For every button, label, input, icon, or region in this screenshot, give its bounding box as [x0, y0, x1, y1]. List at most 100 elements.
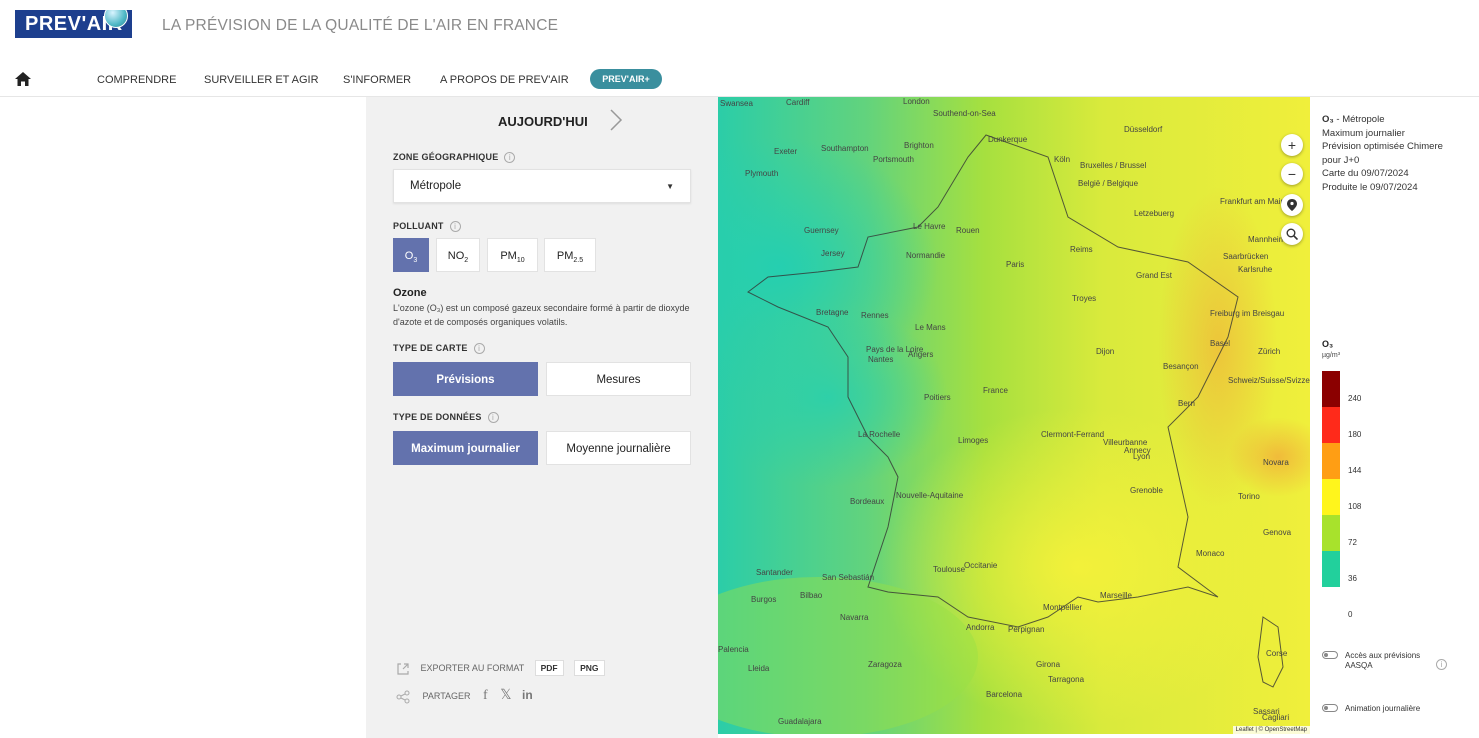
map-place-label: Le Mans — [915, 323, 946, 332]
map-place-label: Bern — [1178, 399, 1195, 408]
prevair-plus-button[interactable]: PREV'AIR+ — [590, 69, 662, 89]
pollutant-title: Ozone — [393, 287, 427, 299]
map-place-label: Dijon — [1096, 347, 1115, 356]
map-place-label: Letzebuerg — [1134, 209, 1175, 218]
map-type-label: TYPE DE CARTE i — [393, 343, 485, 355]
map-place-label: Reims — [1070, 245, 1093, 254]
data-type-label: TYPE DE DONNÉES i — [393, 412, 499, 424]
nav-sinformer[interactable]: S'INFORMER — [343, 74, 411, 86]
control-panel: AUJOURD'HUI ZONE GÉOGRAPHIQUE i Métropole… — [366, 97, 718, 738]
map-place-label: Pays de la Loire — [866, 345, 924, 354]
map-place-label: Torino — [1238, 492, 1260, 501]
map-place-label: Swansea — [720, 99, 753, 108]
map-place-label: Bretagne — [816, 308, 849, 317]
export-pdf-button[interactable]: PDF — [534, 660, 564, 676]
map-place-label: Novara — [1263, 458, 1289, 467]
x-twitter-icon[interactable]: 𝕏 — [500, 686, 511, 702]
export-png-button[interactable]: PNG — [574, 660, 605, 676]
facebook-icon[interactable]: f — [483, 688, 488, 703]
map-place-label: Grand Est — [1136, 271, 1173, 280]
map-attribution[interactable]: Leaflet | © OpenStreetMap — [1232, 726, 1310, 734]
legend-tick-label: 36 — [1348, 574, 1357, 583]
legend-tick-label: 0 — [1348, 610, 1353, 619]
info-icon[interactable]: i — [504, 152, 516, 164]
map-place-label: Troyes — [1072, 294, 1097, 303]
pollutant-no2-button[interactable]: NO2 — [436, 238, 480, 272]
location-pin-icon[interactable] — [1281, 194, 1303, 216]
map-place-label: Portsmouth — [873, 155, 914, 164]
export-label: EXPORTER AU FORMAT — [420, 663, 525, 673]
map-place-label: Cardiff — [786, 98, 810, 107]
caret-down-icon: ▼ — [666, 182, 674, 191]
map-place-label: Paris — [1006, 260, 1025, 269]
legend-color-band — [1322, 407, 1340, 443]
nav-surveiller-et-agir[interactable]: SURVEILLER ET AGIR — [204, 74, 319, 86]
map-place-label: Bruxelles / Brussel — [1080, 161, 1147, 170]
map-place-label: Southend-on-Sea — [933, 109, 996, 118]
zone-select[interactable]: Métropole ▼ — [393, 169, 691, 203]
map-place-label: Bilbao — [800, 591, 823, 600]
animation-toggle[interactable] — [1322, 704, 1338, 712]
ozone-map[interactable]: Swansea Cardiff London Southend-on-Sea South… — [718, 97, 1310, 734]
map-canvas — [718, 97, 1310, 734]
map-place-label: San Sebastián — [822, 573, 875, 582]
pollutant-pm25-button[interactable]: PM2.5 — [544, 238, 596, 272]
map-place-label: Annecy — [1124, 446, 1151, 455]
legend-color-band — [1322, 371, 1340, 407]
legend-color-band — [1322, 551, 1340, 587]
site-tagline: LA PRÉVISION DE LA QUALITÉ DE L'AIR EN F… — [162, 17, 559, 34]
nav-a-propos[interactable]: A PROPOS DE PREV'AIR — [440, 74, 569, 86]
map-place-label: Southampton — [821, 144, 869, 153]
nav-comprendre[interactable]: COMPRENDRE — [97, 74, 176, 86]
zoom-out-button[interactable]: − — [1281, 163, 1303, 185]
moyenne-journaliere-button[interactable]: Moyenne journalière — [546, 431, 691, 465]
pollutant-description: L'ozone (O₃) est un composé gazeux secon… — [393, 303, 690, 327]
legend-tick-label: 72 — [1348, 538, 1357, 547]
map-place-label: Andorra — [966, 623, 995, 632]
zone-select-value: Métropole — [410, 180, 462, 192]
legend-color-band — [1322, 515, 1340, 551]
home-icon[interactable] — [15, 72, 31, 86]
map-place-label: Mannheim — [1248, 235, 1286, 244]
previsions-button[interactable]: Prévisions — [393, 362, 538, 396]
map-place-label: België / Belgique — [1078, 179, 1139, 188]
map-place-label: Burgos — [751, 595, 777, 604]
globe-logo-icon — [104, 10, 128, 28]
map-place-label: Clermont-Ferrand — [1041, 430, 1105, 439]
map-place-label: Frankfurt am Main — [1220, 197, 1285, 206]
zone-label: ZONE GÉOGRAPHIQUE i — [393, 152, 516, 164]
pollutant-o3-button[interactable]: O3 — [393, 238, 429, 272]
map-place-label: Basel — [1210, 339, 1231, 348]
zoom-in-button[interactable]: + — [1281, 134, 1303, 156]
map-place-label: London — [903, 97, 930, 106]
map-place-label: France — [983, 386, 1008, 395]
pollutant-pm10-button[interactable]: PM10 — [487, 238, 538, 272]
prevair-logo[interactable]: PREV'AIR — [15, 10, 132, 38]
aasqa-toggle[interactable] — [1322, 651, 1338, 659]
chevron-right-icon[interactable] — [608, 108, 624, 132]
info-icon[interactable]: i — [449, 221, 461, 233]
share-label: PARTAGER — [422, 691, 471, 701]
info-icon[interactable]: i — [473, 343, 485, 355]
map-place-label: Nantes — [868, 355, 894, 364]
map-place-label: Bordeaux — [850, 497, 885, 506]
map-place-label: Marseille — [1100, 591, 1133, 600]
map-place-label: Genova — [1263, 528, 1292, 537]
map-place-label: Zürich — [1258, 347, 1281, 356]
map-place-label: Occitanie — [964, 561, 998, 570]
info-icon[interactable]: i — [1436, 659, 1447, 670]
linkedin-icon[interactable]: in — [522, 688, 533, 702]
main-nav: COMPRENDRE SURVEILLER ET AGIR S'INFORMER… — [0, 66, 1479, 96]
info-icon[interactable]: i — [487, 412, 499, 424]
search-icon[interactable] — [1281, 223, 1303, 245]
legend-color-band — [1322, 479, 1340, 515]
map-place-label: Karlsruhe — [1238, 265, 1273, 274]
map-place-label: Grenoble — [1130, 486, 1163, 495]
max-journalier-button[interactable]: Maximum journalier — [393, 431, 538, 465]
export-row: EXPORTER AU FORMAT PDF PNG — [396, 660, 605, 676]
mesures-button[interactable]: Mesures — [546, 362, 691, 396]
polluant-label: POLLUANT i — [393, 221, 461, 233]
animation-toggle-label: Animation journalière — [1345, 704, 1421, 713]
map-place-label: Normandie — [906, 251, 946, 260]
map-place-label: Plymouth — [745, 169, 779, 178]
